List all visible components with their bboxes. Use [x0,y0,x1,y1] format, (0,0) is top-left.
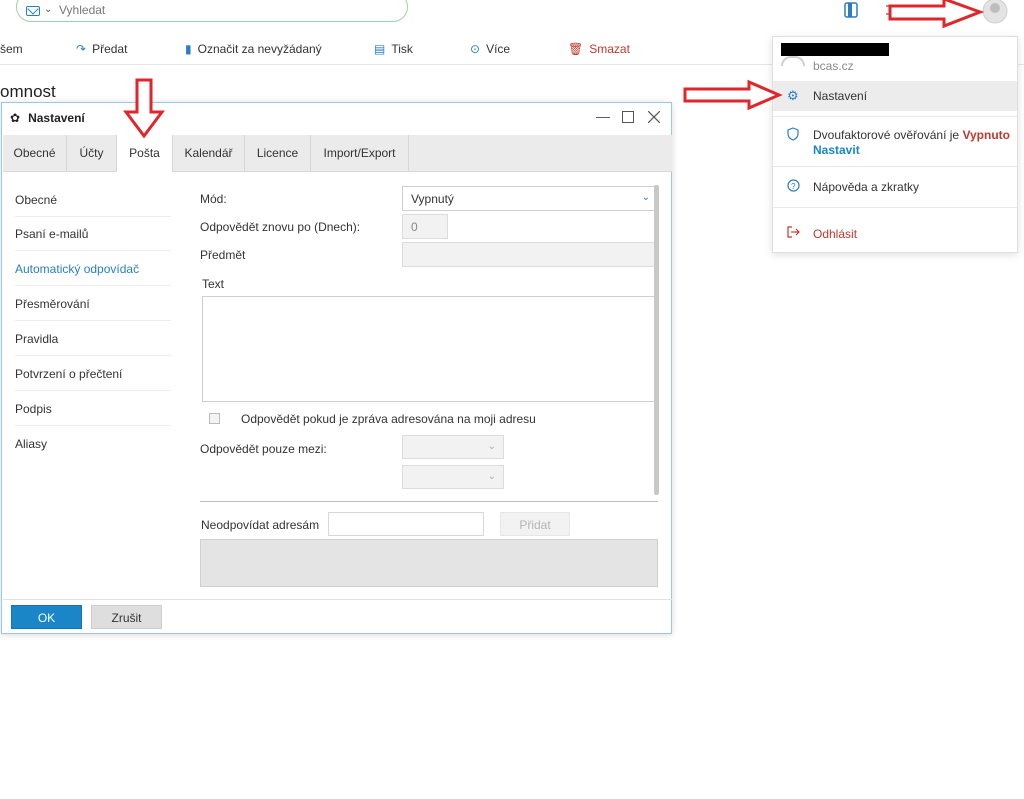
autoreply-text-area[interactable] [202,296,658,402]
tab-accounts[interactable]: Účty [67,135,117,171]
tab-general[interactable]: Obecné [3,135,67,171]
chevron-down-icon: ⌄ [487,471,496,482]
sidebar-item-read-receipts[interactable]: Potvrzení o přečtení [15,357,171,391]
sidebar-item-general[interactable]: Obecné [15,183,171,217]
text-label: Text [202,277,225,291]
menu-item-two-factor[interactable]: Dvoufaktorové ověřování je Vypnuto Nasta… [773,121,1017,165]
forward-arrow-icon: ↷ [76,42,87,56]
menu-item-settings[interactable]: ⚙ Nastavení [773,81,1017,111]
add-address-button[interactable]: Přidat [500,512,570,536]
only-between-label: Odpovědět pouze mezi: [200,442,327,456]
repeat-days-label: Odpovědět znovu po (Dnech): [200,220,361,234]
redacted-account-name [781,43,889,56]
menu-item-logout[interactable]: Odhlásit [773,219,1017,249]
sidebar-item-aliases[interactable]: Aliasy [15,427,171,461]
annotation-arrow-right-settings [683,79,783,111]
account-menu: bcas.cz ⚙ Nastavení Dvoufaktorové ověřov… [772,36,1018,253]
forward-button[interactable]: ↷ Předat [76,42,127,56]
document-icon: ▮ [185,42,192,56]
ok-button[interactable]: OK [11,605,82,629]
menu-divider [773,116,1017,117]
annotation-arrow-right-avatar [888,0,985,29]
sidebar-item-rules[interactable]: Pravidla [15,322,171,356]
more-dots-icon: ⊙ [470,42,481,56]
repeat-days-input[interactable]: 0 [402,214,448,239]
more-button[interactable]: ⊙ Více [470,42,510,56]
close-icon[interactable] [647,110,661,126]
two-factor-status: Vypnuto [962,128,1010,142]
mark-spam-button[interactable]: ▮ Označit za nevyžádaný [185,42,322,56]
background-message-subject: omnost [0,82,56,101]
divider [200,501,658,502]
ignored-addresses-list [200,539,658,587]
ignore-addresses-label: Neodpovídat adresám [201,518,320,532]
chevron-down-icon: ⌄ [641,192,650,203]
sidebar-item-autoresponder[interactable]: Automatický odpovídač [15,252,171,286]
cancel-button[interactable]: Zrušit [91,605,162,629]
tab-mail[interactable]: Pošta [117,135,173,172]
settings-dialog: ✿ Nastavení — Obecné Účty Pošta Kalendář … [1,102,672,634]
only-if-addressed-checkbox[interactable] [209,413,220,424]
subject-input[interactable] [402,242,658,267]
ignore-address-input[interactable] [328,512,484,536]
maximize-icon[interactable] [622,110,634,126]
tab-import-export[interactable]: Import/Export [311,135,409,171]
only-if-addressed-label: Odpovědět pokud je zpráva adresována na … [241,412,536,426]
date-from-select[interactable]: ⌄ [402,435,504,459]
minimize-icon[interactable]: — [596,108,610,124]
dialog-title: ✿ Nastavení [10,111,85,125]
svg-text:?: ? [791,182,796,191]
annotation-arrow-down [123,78,165,139]
gear-icon: ⚙ [787,88,799,103]
tab-calendar[interactable]: Kalendář [173,135,245,171]
sidebar-item-composing[interactable]: Psaní e-mailů [15,217,171,251]
chevron-down-icon[interactable]: ⌄ [44,4,52,15]
gear-icon: ✿ [10,111,21,125]
printer-icon: ▤ [374,42,386,56]
settings-tabs: Obecné Účty Pošta Kalendář Licence Impor… [3,135,672,172]
logout-icon [787,226,800,241]
date-to-select[interactable]: ⌄ [402,465,504,489]
notebook-icon[interactable] [844,2,858,21]
trash-icon: 🗑 [568,42,584,56]
account-domain: bcas.cz [813,59,854,73]
mail-icon[interactable] [26,6,40,16]
subject-label: Předmět [200,248,246,262]
print-button[interactable]: ▤ Tisk [374,42,413,56]
mode-label: Mód: [200,192,227,206]
user-avatar-icon[interactable] [982,0,1008,27]
shield-lock-icon [787,127,799,144]
tab-licence[interactable]: Licence [245,135,311,171]
menu-divider [773,166,1017,167]
reply-all-button[interactable]: šem [0,42,23,56]
two-factor-setup-link[interactable]: Nastavit [813,143,860,157]
form-scrollbar[interactable] [654,185,659,495]
chevron-down-icon: ⌄ [487,441,496,452]
search-input[interactable]: Vyhledat [59,3,105,17]
menu-item-help[interactable]: ? Nápověda a zkratky [773,172,1017,202]
search-bar[interactable]: ⌄ Vyhledat [16,0,408,22]
delete-button[interactable]: 🗑 Smazat [568,42,630,56]
sidebar-item-forwarding[interactable]: Přesměrování [15,287,171,321]
sidebar-item-signature[interactable]: Podpis [15,392,171,426]
menu-divider [773,207,1017,208]
help-circle-icon: ? [787,179,800,195]
account-avatar-icon [781,56,805,66]
mode-select[interactable]: Vypnutý ⌄ [402,186,658,211]
